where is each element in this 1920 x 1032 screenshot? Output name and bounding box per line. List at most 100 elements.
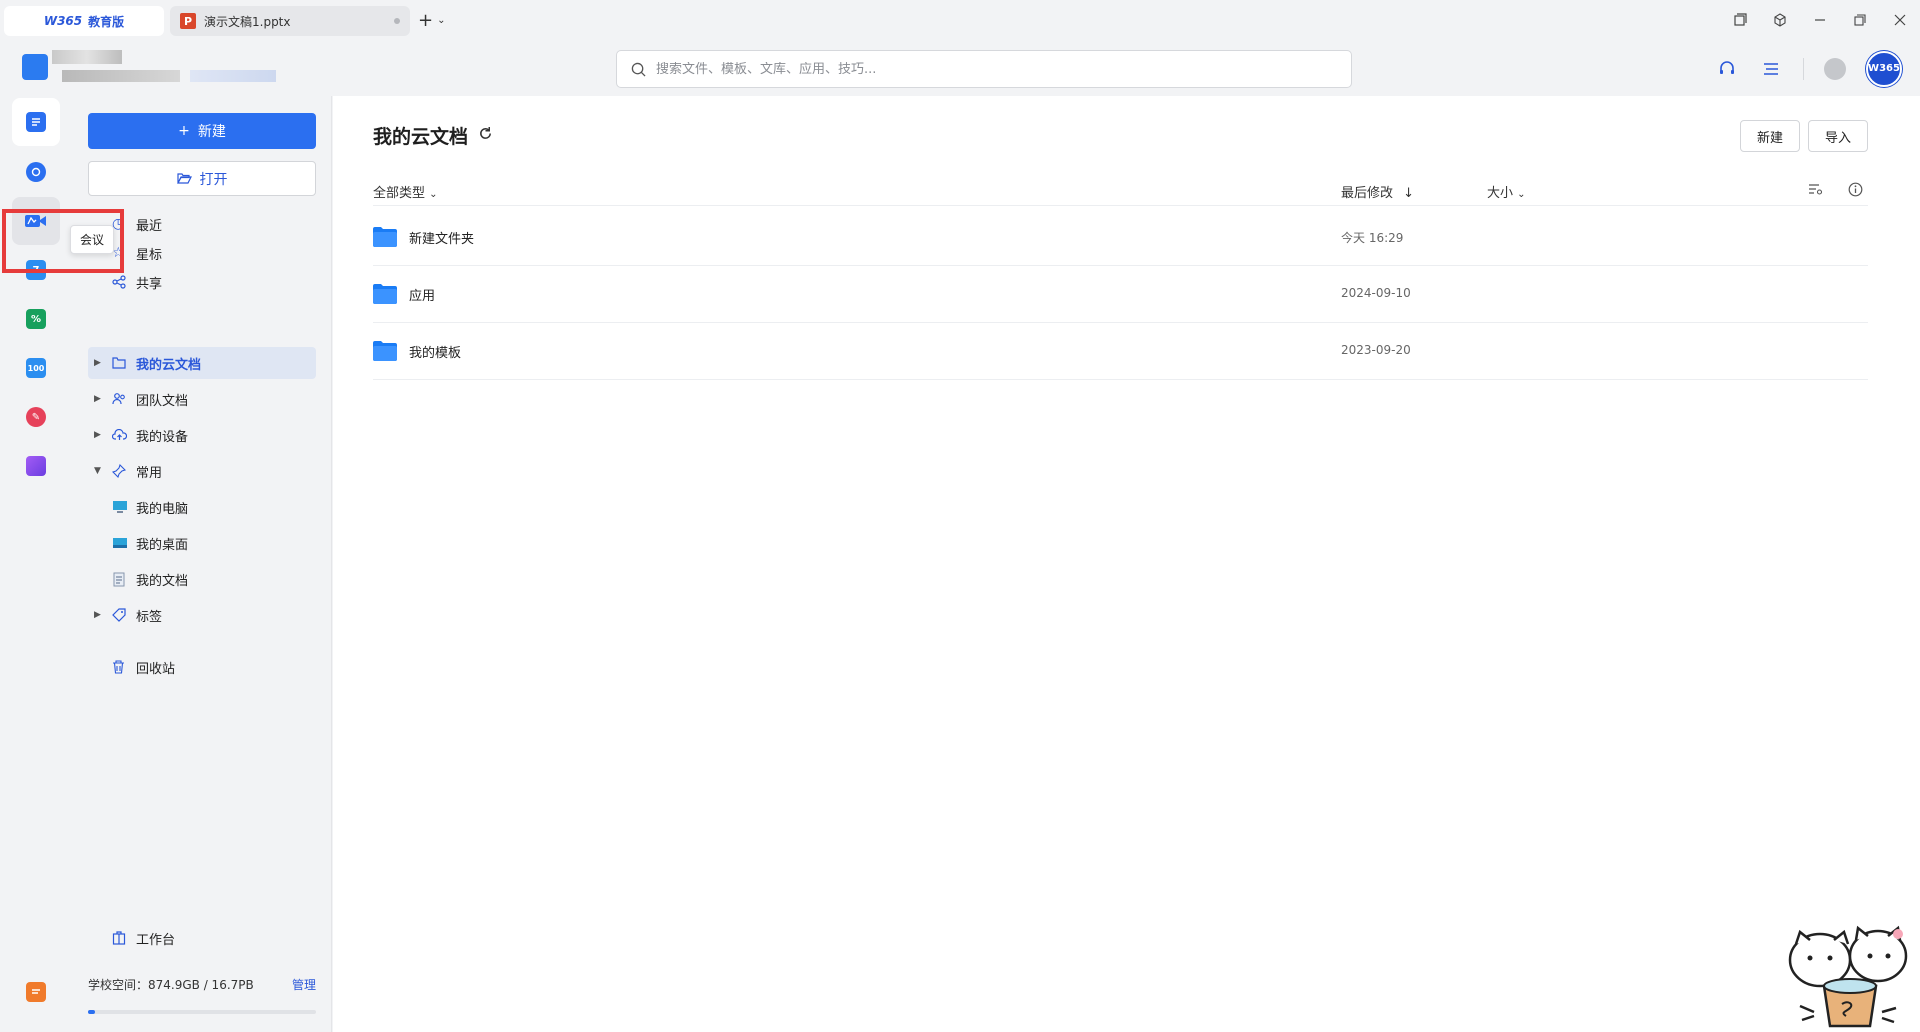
file-row[interactable]: 新建文件夹 今天 16:29 xyxy=(373,209,1868,266)
nav-recent[interactable]: ◷ 最近 xyxy=(88,208,316,240)
ppt-icon: P xyxy=(180,13,196,29)
desktop-icon xyxy=(112,536,128,550)
window-stack-icon xyxy=(1734,13,1747,26)
folder-open-icon xyxy=(176,173,192,184)
caret-right-icon[interactable]: ▶ xyxy=(94,610,108,620)
file-name[interactable]: 应用 xyxy=(409,285,435,304)
maximize-button[interactable] xyxy=(1840,0,1880,40)
file-modified-date: 今天 16:29 xyxy=(1341,231,1404,245)
storage-progress-fill xyxy=(88,1010,95,1014)
nav-my-devices[interactable]: ▶ 我的设备 xyxy=(88,419,316,451)
caret-right-icon[interactable]: ▶ xyxy=(94,430,108,440)
size-column-label: 大小 xyxy=(1487,186,1514,201)
folder-icon xyxy=(112,357,128,369)
manage-storage-link[interactable]: 管理 xyxy=(292,976,316,993)
tab-close-dot-icon[interactable] xyxy=(394,18,400,24)
new-button[interactable]: + 新建 xyxy=(88,113,316,149)
main-new-button[interactable]: 新建 xyxy=(1739,120,1800,152)
search-box[interactable] xyxy=(616,50,1352,88)
minimize-icon xyxy=(1815,19,1825,21)
caret-right-icon[interactable]: ▶ xyxy=(94,358,108,368)
rail-apps[interactable] xyxy=(12,442,60,490)
nav-workbench-label: 工作台 xyxy=(136,932,176,948)
monitor-icon xyxy=(112,500,128,514)
nav-common[interactable]: ▼ 常用 xyxy=(88,455,316,487)
nav-trash[interactable]: 回收站 xyxy=(88,651,316,683)
rail-sheets[interactable]: % xyxy=(12,295,60,343)
team-icon xyxy=(112,392,128,406)
search-input[interactable] xyxy=(656,61,1351,77)
tab-home[interactable]: W365 教育版 xyxy=(4,6,164,36)
avatar-text: 365 xyxy=(1879,63,1900,74)
cloud-upload-icon xyxy=(112,429,128,441)
chevron-down-icon: ⌄ xyxy=(437,15,446,26)
file-name[interactable]: 我的模板 xyxy=(409,342,461,361)
header-divider xyxy=(1803,58,1804,80)
rail-calendar[interactable]: 7 xyxy=(12,246,60,294)
pin-icon xyxy=(112,464,128,478)
nav-my-desktop[interactable]: 我的桌面 xyxy=(88,527,316,559)
nav-my-computer[interactable]: 我的电脑 xyxy=(88,491,316,523)
header-actions: W 365 xyxy=(1715,50,1902,88)
document-icon xyxy=(26,112,46,132)
minimize-button[interactable] xyxy=(1800,0,1840,40)
nav-workbench[interactable]: 工作台 xyxy=(88,922,316,954)
nav-shared-label: 共享 xyxy=(136,276,163,292)
close-button[interactable] xyxy=(1880,0,1920,40)
rail-meeting[interactable] xyxy=(12,197,60,245)
open-button[interactable]: 打开 xyxy=(88,161,316,196)
rail-pdf[interactable]: ✎ xyxy=(12,393,60,441)
nav-team-docs[interactable]: ▶ 团队文档 xyxy=(88,383,316,415)
cube-button[interactable] xyxy=(1760,0,1800,40)
video-camera-icon xyxy=(25,215,46,227)
support-button[interactable] xyxy=(1715,57,1739,81)
type-filter-dropdown[interactable]: 全部类型 ⌄ xyxy=(373,182,438,201)
menu-button[interactable] xyxy=(1759,57,1783,81)
caret-down-icon[interactable]: ▼ xyxy=(94,466,108,476)
rail-classroom[interactable]: 100 xyxy=(12,344,60,392)
headset-icon xyxy=(1720,61,1734,74)
restore-layout-button[interactable] xyxy=(1720,0,1760,40)
storage-progress-bar xyxy=(88,1010,316,1014)
nav-common-label: 常用 xyxy=(136,465,163,481)
nav-my-desktop-label: 我的桌面 xyxy=(136,537,189,553)
open-button-label: 打开 xyxy=(199,171,228,188)
file-row[interactable]: 我的模板 2023-09-20 xyxy=(373,323,1868,380)
spreadsheet-icon: % xyxy=(26,309,46,329)
nav-my-documents[interactable]: 我的文档 xyxy=(88,563,316,595)
mascot-sticker-icon[interactable] xyxy=(1780,916,1920,1032)
share-icon xyxy=(112,275,128,289)
size-column-header[interactable]: 大小 ⌄ xyxy=(1487,182,1526,201)
chevron-down-icon: ⌄ xyxy=(1517,189,1526,200)
account-name-blurred xyxy=(52,50,122,64)
classroom-icon: 100 xyxy=(26,358,46,378)
nav-tags[interactable]: ▶ 标签 xyxy=(88,599,316,631)
nav-my-devices-label: 我的设备 xyxy=(136,429,189,445)
folder-icon xyxy=(373,227,397,247)
new-tab-button[interactable]: + ⌄ xyxy=(418,10,445,31)
caret-right-icon[interactable]: ▶ xyxy=(94,394,108,404)
restore-icon xyxy=(1854,14,1866,26)
user-avatar[interactable]: W 365 xyxy=(1866,51,1902,87)
file-row[interactable]: 应用 2024-09-10 xyxy=(373,266,1868,323)
file-name[interactable]: 新建文件夹 xyxy=(409,228,474,247)
nav-starred[interactable]: ☆ 星标 xyxy=(88,237,316,269)
nav-my-cloud[interactable]: ▶ 我的云文档 xyxy=(88,347,316,379)
nav-recent-label: 最近 xyxy=(136,218,163,234)
nav-shared[interactable]: 共享 xyxy=(88,266,316,298)
tab-home-label: 教育版 xyxy=(88,14,125,29)
refresh-icon[interactable] xyxy=(478,126,493,145)
apps-icon xyxy=(26,456,46,476)
membership-icon[interactable] xyxy=(1824,58,1846,80)
rail-docs[interactable] xyxy=(12,98,60,146)
pdf-icon: ✎ xyxy=(26,407,46,427)
tab-document[interactable]: P 演示文稿1.pptx xyxy=(170,6,410,36)
info-button[interactable] xyxy=(1848,182,1863,201)
rail-bot[interactable] xyxy=(12,148,60,196)
sort-modified-header[interactable]: 最后修改 ↓ xyxy=(1341,182,1414,201)
import-button[interactable]: 导入 xyxy=(1807,120,1868,152)
view-settings-button[interactable] xyxy=(1808,182,1823,200)
star-icon: ☆ xyxy=(112,245,125,261)
rail-present[interactable] xyxy=(12,968,60,1016)
info-icon xyxy=(1848,182,1863,197)
